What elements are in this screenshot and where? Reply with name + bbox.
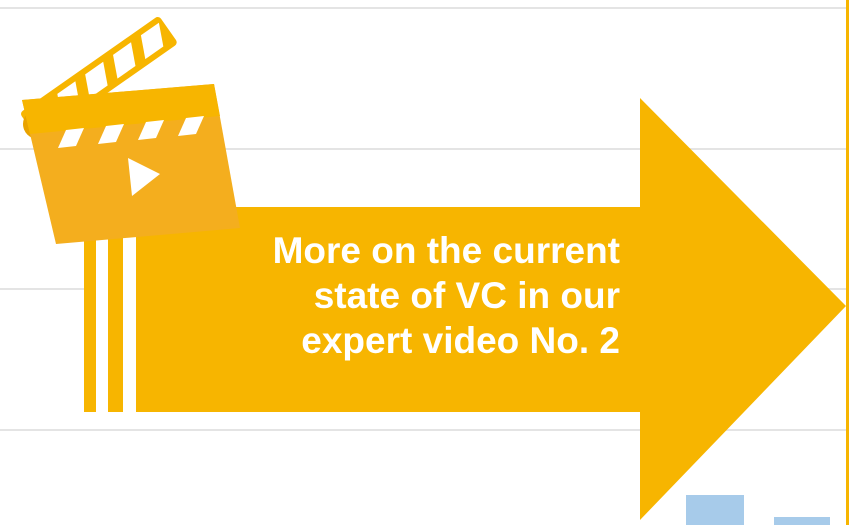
video-callout-banner[interactable]: More on the current state of VC in our e… [0, 0, 854, 525]
callout-line: expert video No. 2 [301, 320, 620, 361]
callout-text[interactable]: More on the current state of VC in our e… [150, 228, 620, 363]
film-clapperboard-icon [21, 17, 240, 244]
callout-line: More on the current [272, 230, 620, 271]
callout-line: state of VC in our [313, 275, 620, 316]
